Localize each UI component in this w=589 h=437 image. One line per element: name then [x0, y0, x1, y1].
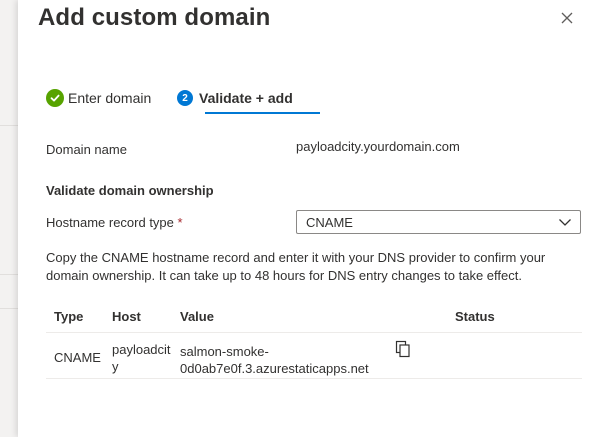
row-divider: [46, 378, 582, 379]
background-divider: [0, 274, 18, 275]
chevron-down-icon: [559, 219, 571, 226]
header-divider: [46, 332, 582, 333]
hostname-record-type-label: Hostname record type *: [46, 215, 183, 230]
copy-button[interactable]: [395, 340, 411, 358]
cell-host-line: y: [112, 359, 119, 374]
cell-value: salmon-smoke- 0d0ab7e0f.3.azurestaticapp…: [180, 343, 369, 377]
close-button[interactable]: [559, 10, 575, 26]
checkmark-icon: [46, 89, 64, 107]
column-header-value: Value: [180, 309, 214, 324]
active-step-underline: [205, 112, 320, 114]
section-heading: Validate domain ownership: [46, 183, 214, 198]
step-enter-domain[interactable]: Enter domain: [46, 86, 151, 110]
cell-type: CNAME: [54, 350, 101, 365]
domain-name-value: payloadcity.yourdomain.com: [296, 139, 460, 154]
step-label: Validate + add: [199, 90, 293, 106]
column-header-type: Type: [54, 309, 84, 324]
step-validate-add[interactable]: 2 Validate + add: [177, 86, 293, 110]
label-text: Hostname record type: [46, 215, 174, 230]
step-number-badge: 2: [177, 90, 193, 106]
domain-name-label: Domain name: [46, 142, 127, 157]
copy-icon: [395, 340, 410, 358]
instructions-text: Copy the CNAME hostname record and enter…: [46, 250, 546, 283]
panel-title: Add custom domain: [38, 4, 271, 31]
hostname-record-type-dropdown[interactable]: CNAME: [296, 210, 581, 234]
selected-value: CNAME: [306, 214, 353, 230]
cell-value-line: salmon-smoke-: [180, 344, 269, 359]
column-header-status: Status: [455, 309, 495, 324]
add-custom-domain-panel: Add custom domain Enter domain 2 Validat…: [18, 0, 589, 437]
step-label: Enter domain: [68, 90, 152, 106]
close-icon: [561, 12, 573, 24]
cell-host: payloadcit y: [112, 341, 171, 375]
wizard-steps: Enter domain 2 Validate + add: [46, 86, 320, 116]
cell-host-line: payloadcit: [112, 342, 171, 357]
background-divider: [0, 125, 18, 126]
required-marker: *: [177, 215, 183, 230]
cell-value-line: 0d0ab7e0f.3.azurestaticapps.net: [180, 361, 369, 376]
column-header-host: Host: [112, 309, 141, 324]
background-blade: [0, 0, 18, 437]
background-divider: [0, 308, 18, 309]
